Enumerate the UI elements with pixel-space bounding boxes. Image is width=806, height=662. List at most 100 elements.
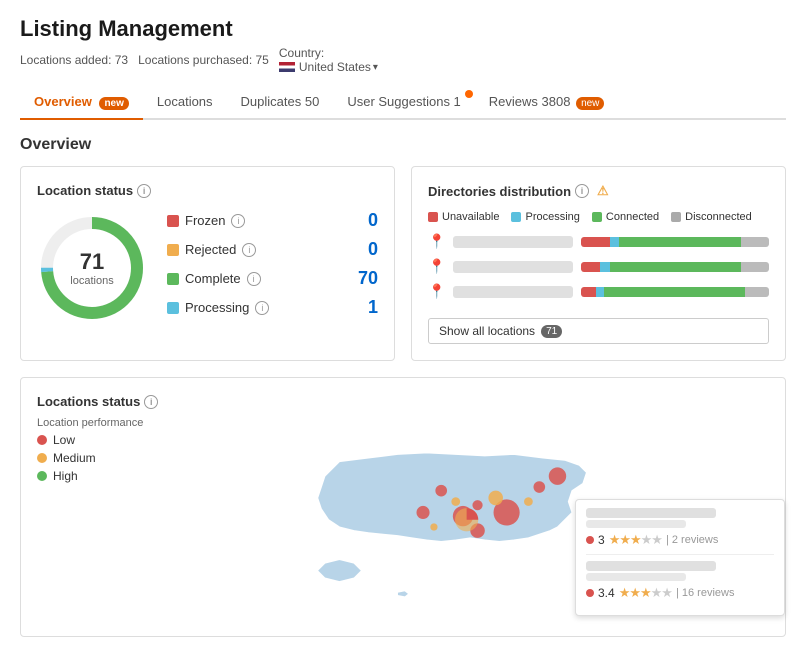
us-mainland — [318, 453, 587, 542]
bar-blue-2 — [600, 262, 609, 272]
page-title: Listing Management — [20, 16, 786, 42]
alaska — [318, 560, 362, 582]
complete-info-icon[interactable]: i — [247, 272, 261, 286]
directories-title: Directories distribution i ⚠ — [428, 183, 769, 199]
stars-2: ★★★★★ — [619, 585, 672, 601]
map-dot-3[interactable] — [524, 497, 533, 506]
dir-bar-1 — [581, 237, 769, 247]
bar-blue-1 — [610, 237, 619, 247]
rejected-dot — [167, 244, 179, 256]
tab-duplicates[interactable]: Duplicates 50 — [227, 86, 334, 120]
dir-rows: 📍 📍 — [428, 233, 769, 308]
frozen-count: 0 — [358, 210, 378, 231]
bar-red-2 — [581, 262, 600, 272]
bar-gray-3 — [745, 287, 769, 297]
rating-1: 3 — [598, 533, 605, 547]
popup-divider — [586, 554, 774, 555]
map-dot-9[interactable] — [435, 485, 447, 497]
donut-chart: 71 locations — [37, 213, 147, 323]
tab-reviews[interactable]: Reviews 3808 new — [475, 86, 619, 120]
map-dot-10[interactable] — [430, 523, 437, 530]
rejected-count: 0 — [358, 239, 378, 260]
map-dot-6[interactable] — [472, 500, 482, 510]
bar-gray-2 — [741, 262, 769, 272]
map-dot-2[interactable] — [533, 481, 545, 493]
status-item-rejected: Rejected i 0 — [167, 239, 378, 260]
popup-item-2: 3.4 ★★★★★ | 16 reviews — [586, 561, 774, 601]
tabs-bar: Overview new Locations Duplicates 50 Use… — [20, 86, 786, 120]
location-pin-1: 📍 — [428, 233, 445, 250]
directories-card: Directories distribution i ⚠ Unavailable… — [411, 166, 786, 361]
location-popup: 3 ★★★★★ | 2 reviews 3.4 ★★★★★ | 16 revie… — [575, 499, 785, 616]
rejected-info-icon[interactable]: i — [242, 243, 256, 257]
frozen-label: Frozen — [185, 213, 225, 228]
bar-red-1 — [581, 237, 609, 247]
map-dot-5[interactable] — [488, 491, 503, 506]
show-all-count-badge: 71 — [541, 325, 562, 338]
bar-green-1 — [619, 237, 741, 247]
rating-2: 3.4 — [598, 586, 615, 600]
popup-dot-1 — [586, 536, 594, 544]
show-all-button[interactable]: Show all locations 71 — [428, 318, 769, 344]
popup-loc-sub-1 — [586, 520, 686, 528]
processing-count: 1 — [358, 297, 378, 318]
complete-dot — [167, 273, 179, 285]
country-label: Country: United States ▾ — [279, 46, 378, 74]
dir-name-3 — [453, 286, 573, 298]
status-item-complete: Complete i 70 — [167, 268, 378, 289]
overview-badge: new — [99, 97, 128, 110]
dir-row-2: 📍 — [428, 258, 769, 275]
dir-bar-3 — [581, 287, 769, 297]
status-item-frozen: Frozen i 0 — [167, 210, 378, 231]
processing-legend-dot — [511, 212, 521, 222]
country-selector[interactable]: United States ▾ — [279, 60, 378, 74]
low-dot — [37, 435, 47, 445]
complete-label: Complete — [185, 271, 241, 286]
status-content: 71 locations Frozen i 0 — [37, 210, 378, 326]
stars-1: ★★★★★ — [609, 532, 662, 548]
map-dot-1[interactable] — [549, 467, 566, 484]
processing-dot — [167, 302, 179, 314]
donut-total: 71 — [70, 249, 113, 275]
tab-overview[interactable]: Overview new — [20, 86, 143, 120]
processing-info-icon[interactable]: i — [255, 301, 269, 315]
tab-locations[interactable]: Locations — [143, 86, 227, 120]
tab-user-suggestions[interactable]: User Suggestions 1 — [333, 86, 474, 120]
location-pin-2: 📍 — [428, 258, 445, 275]
frozen-info-icon[interactable]: i — [231, 214, 245, 228]
page-container: Listing Management Locations added: 73 L… — [0, 0, 806, 653]
medium-dot — [37, 453, 47, 463]
hawaii — [398, 591, 409, 597]
status-item-processing: Processing i 1 — [167, 297, 378, 318]
unavailable-dot — [428, 212, 438, 222]
popup-loc-name-2 — [586, 561, 716, 571]
user-suggestions-dot — [465, 90, 473, 98]
bar-green-2 — [610, 262, 741, 272]
map-container: 3 ★★★★★ | 2 reviews 3.4 ★★★★★ | 16 revie… — [141, 418, 785, 636]
chevron-down-icon: ▾ — [373, 62, 378, 73]
disconnected-dot — [671, 212, 681, 222]
locations-status-title: Locations status i — [37, 394, 769, 409]
map-dot-8[interactable] — [451, 497, 460, 506]
directories-info-icon[interactable]: i — [575, 184, 589, 198]
bar-gray-1 — [741, 237, 769, 247]
map-dot-11[interactable] — [416, 506, 429, 519]
subtitle-bar: Locations added: 73 Locations purchased:… — [20, 46, 786, 74]
country-name: United States — [299, 60, 371, 74]
bar-red-3 — [581, 287, 596, 297]
complete-count: 70 — [358, 268, 378, 289]
cards-row: Location status i 71 loca — [20, 166, 786, 361]
locations-status-info-icon[interactable]: i — [144, 395, 158, 409]
warning-icon: ⚠ — [597, 183, 609, 199]
locations-added: Locations added: 73 — [20, 53, 128, 67]
legend-processing: Processing — [511, 211, 579, 223]
frozen-dot — [167, 215, 179, 227]
reviews-1: | 2 reviews — [666, 534, 718, 546]
popup-rating-row-1: 3 ★★★★★ | 2 reviews — [586, 532, 774, 548]
location-status-card: Location status i 71 loca — [20, 166, 395, 361]
dir-name-1 — [453, 236, 573, 248]
location-status-info-icon[interactable]: i — [137, 184, 151, 198]
high-dot — [37, 471, 47, 481]
popup-dot-2 — [586, 589, 594, 597]
donut-label: locations — [70, 275, 113, 287]
